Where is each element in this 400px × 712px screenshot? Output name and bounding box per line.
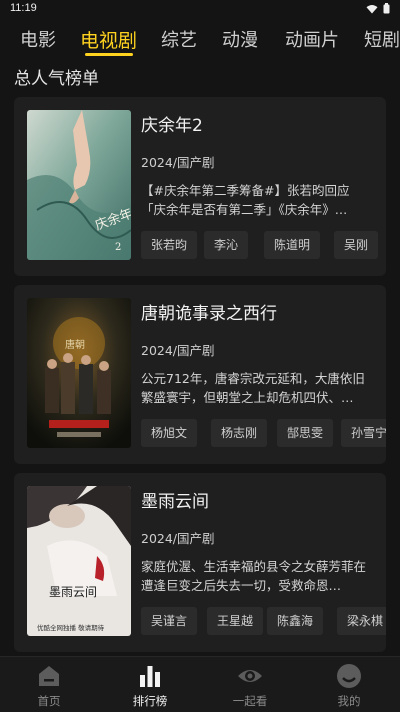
actor-chip[interactable]: 杨志刚 — [211, 419, 268, 447]
status-bar: 11:19 — [0, 0, 400, 18]
status-icons — [366, 3, 390, 14]
svg-text:2: 2 — [115, 242, 121, 253]
tab-variety[interactable]: 综艺 — [161, 26, 197, 52]
nav-ranking[interactable]: 排行榜 — [115, 663, 185, 709]
active-tab-indicator — [85, 53, 133, 56]
ranking-card[interactable]: 庆余年 2 庆余年2 2024/国产剧 【#庆余年第二季筹备#】张若昀回应「庆余… — [14, 97, 386, 276]
bottom-nav: 首页 排行榜 一起看 我的 — [0, 656, 400, 712]
drama-title[interactable]: 庆余年2 — [141, 111, 203, 136]
actor-chip[interactable]: 张若昀 — [141, 231, 198, 259]
poster-image[interactable]: 庆余年 2 — [27, 110, 131, 260]
actor-chip[interactable]: 郜思雯 — [277, 419, 334, 447]
drama-description: 家庭优渥、生活幸福的县令之女薛芳菲在遭逢巨变之后失去一切，受救命恩… — [141, 559, 367, 593]
actor-chip[interactable]: 王星越 — [207, 607, 264, 635]
tab-short-drama[interactable]: 短剧 — [364, 26, 400, 52]
actor-chip[interactable]: 孙雪宁 — [341, 419, 386, 447]
poster-title-text: 墨雨云间 — [49, 585, 97, 599]
battery-icon — [383, 3, 390, 14]
wifi-icon — [366, 4, 378, 13]
tab-anime[interactable]: 动漫 — [222, 26, 258, 52]
actor-chip[interactable]: 陈鑫海 — [267, 607, 324, 635]
actor-chip[interactable]: 梁永棋 — [337, 607, 386, 635]
actor-list: 杨旭文 杨志刚 郜思雯 孙雪宁 — [141, 419, 386, 449]
section-title: 总人气榜单 — [14, 69, 99, 89]
tab-cartoon[interactable]: 动画片 — [285, 26, 339, 52]
home-icon — [39, 666, 59, 686]
drama-meta: 2024/国产剧 — [141, 531, 215, 546]
nav-label: 首页 — [37, 694, 61, 708]
tab-tv-series[interactable]: 电视剧 — [80, 26, 137, 53]
nav-label: 一起看 — [232, 694, 268, 708]
drama-title[interactable]: 墨雨云间 — [141, 487, 209, 512]
poster-image[interactable]: 唐朝 — [27, 298, 131, 448]
actor-chip[interactable]: 吴刚 — [334, 231, 379, 259]
tab-movie[interactable]: 电影 — [20, 26, 56, 52]
nav-home[interactable]: 首页 — [14, 663, 84, 709]
nav-label: 我的 — [337, 694, 361, 708]
drama-meta: 2024/国产剧 — [141, 155, 215, 170]
poster-title-text: 唐朝 — [65, 338, 85, 351]
drama-description: 【#庆余年第二季筹备#】张若昀回应「庆余年是否有第二季」《庆余年》… — [141, 183, 350, 217]
nav-label: 排行榜 — [132, 694, 168, 708]
user-icon — [337, 664, 361, 688]
actor-chip[interactable]: 杨旭文 — [141, 419, 198, 447]
actor-chip[interactable]: 李沁 — [204, 231, 249, 259]
ranking-card[interactable]: 墨雨云间 优酷全网独播 敬请期待 墨雨云间 2024/国产剧 家庭优渥、生活幸福… — [14, 473, 386, 652]
ranking-card[interactable]: 唐朝 唐朝诡事录之西行 2024/国产剧 公元712年，唐睿宗改元延和，大唐依旧… — [14, 285, 386, 464]
status-time: 11:19 — [10, 2, 37, 14]
actor-chip[interactable]: 吴谨言 — [141, 607, 198, 635]
nav-profile[interactable]: 我的 — [314, 663, 384, 709]
nav-watch-together[interactable]: 一起看 — [215, 663, 285, 709]
actor-list: 吴谨言 王星越 陈鑫海 梁永棋 — [141, 607, 386, 637]
category-tabs: 电影 电视剧 综艺 动漫 动画片 短剧 — [0, 22, 400, 56]
poster-image[interactable]: 墨雨云间 优酷全网独播 敬请期待 — [27, 486, 131, 636]
drama-meta: 2024/国产剧 — [141, 343, 215, 358]
drama-title[interactable]: 唐朝诡事录之西行 — [141, 299, 277, 324]
eye-icon — [238, 670, 262, 682]
actor-chip[interactable]: 陈道明 — [264, 231, 321, 259]
drama-description: 公元712年，唐睿宗改元延和，大唐依旧繁盛寰宇，但朝堂之上却危机四伏、… — [141, 371, 365, 405]
poster-caption: 优酷全网独播 敬请期待 — [37, 623, 105, 632]
bar-chart-icon — [140, 666, 160, 687]
actor-list: 张若昀 李沁 陈道明 吴刚 — [141, 231, 386, 261]
